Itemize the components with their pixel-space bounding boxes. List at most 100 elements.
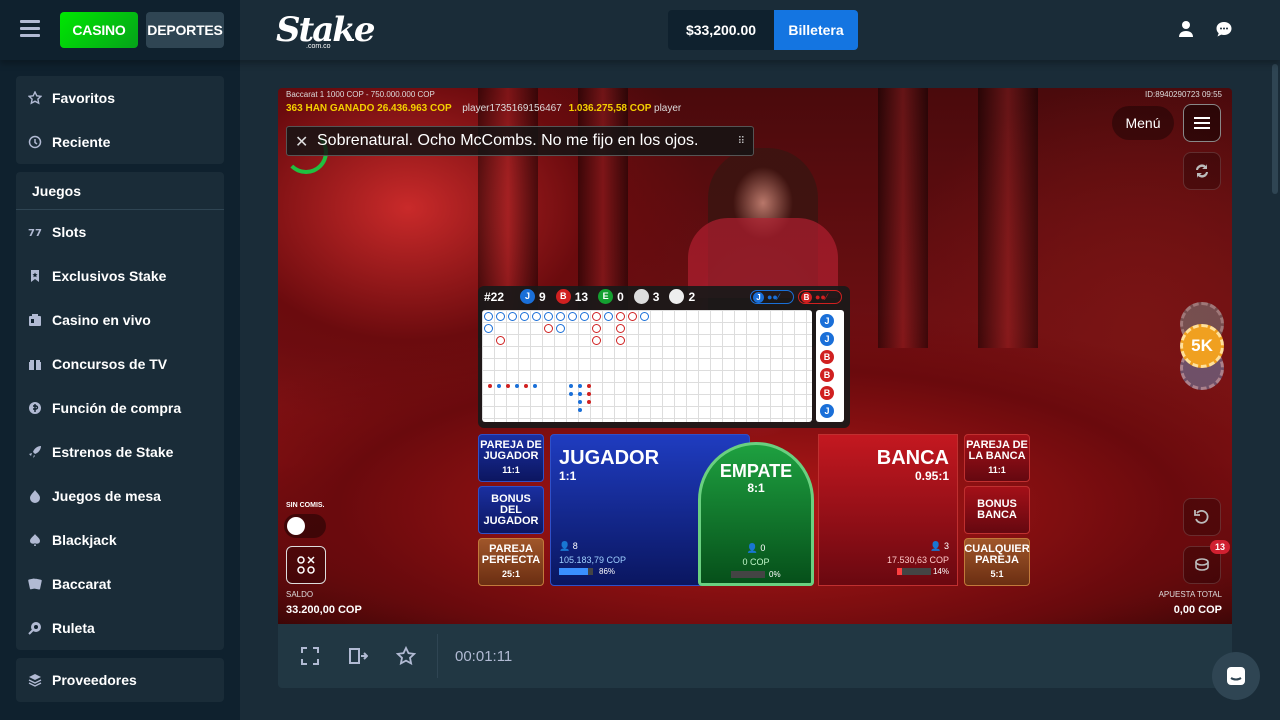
derived-road-mark (587, 392, 591, 396)
sidebar-item-exclusivos[interactable]: Exclusivos Stake (16, 254, 224, 298)
bettors-value: 0 (760, 543, 766, 553)
bead-road-mark (496, 312, 505, 321)
balance-display[interactable]: $33,200.00 (668, 10, 774, 50)
tab-sports[interactable]: DEPORTES (146, 12, 224, 48)
svg-text:77: 77 (28, 228, 42, 239)
bet-tie[interactable]: EMPATE 8:1 👤 0 0 COP 0% (698, 442, 814, 586)
bead-road-mark (484, 312, 493, 321)
bead-road-mark (484, 324, 493, 333)
subtitle-banner[interactable]: ✕ Sobrenatural. Ocho McCombs. No me fijo… (286, 126, 754, 156)
bet-banker[interactable]: BANCA 0.95:1 👤 3 17.530,63 COP 14% (818, 434, 958, 586)
bet-banker-pair[interactable]: PAREJA DE LA BANCA 11:1 (964, 434, 1030, 482)
winners-ticker: 363 HAN GANADO 26.436.963 COP player1735… (286, 103, 681, 114)
table-games-icon (28, 489, 42, 503)
sidebar-item-baccarat[interactable]: Baccarat (16, 562, 224, 606)
user-icon[interactable] (1176, 19, 1198, 41)
sidebar-item-casino-vivo[interactable]: Casino en vivo (16, 298, 224, 342)
bet-player-bonus[interactable]: BONUS DEL JUGADOR (478, 486, 544, 534)
predict-banker-button[interactable]: B ●●⁄ (798, 290, 842, 304)
person-icon: 👤 (930, 541, 942, 551)
bet-player-pair[interactable]: PAREJA DE JUGADOR 11:1 (478, 434, 544, 482)
bet-amount: 0 COP (742, 557, 770, 567)
bead-road-grid (482, 310, 812, 422)
subtitle-text: Sobrenatural. Ocho McCombs. No me fijo e… (317, 132, 699, 149)
buy-feature-icon (28, 401, 42, 415)
fullscreen-icon[interactable] (300, 646, 320, 666)
close-icon[interactable]: ✕ (295, 132, 308, 152)
sidebar-item-reciente[interactable]: Reciente (16, 120, 224, 164)
bet-percent: 14% (932, 567, 949, 576)
statistics-icon[interactable] (286, 546, 326, 584)
sidebar-item-blackjack[interactable]: Blackjack (16, 518, 224, 562)
bet-title: PAREJA DE JUGADOR (480, 439, 542, 462)
bead-road-mark (592, 336, 601, 345)
live-baccarat-game[interactable]: Baccarat 1 1000 COP - 750.000.000 COP 36… (278, 88, 1232, 624)
bead-road-mark (532, 312, 541, 321)
bet-progress-bar (559, 568, 593, 575)
sidebar-item-juegos-mesa[interactable]: Juegos de mesa (16, 474, 224, 518)
stake-logo[interactable]: Stake .com.co (276, 10, 375, 50)
sidebar-item-favoritos[interactable]: Favoritos (16, 76, 224, 120)
menu-label[interactable]: Menú (1112, 106, 1174, 140)
favorite-star-icon[interactable] (395, 645, 417, 666)
baccarat-icon (28, 577, 42, 591)
predict-dots-icon: ●●⁄ (767, 292, 780, 302)
bead-road-mark (580, 312, 589, 321)
scrollbar-thumb[interactable] (1272, 64, 1278, 194)
player-pair-count: 3 (652, 289, 660, 304)
selected-chip-5k[interactable]: 5K (1180, 324, 1224, 368)
footer-divider (437, 634, 438, 678)
bet-title: CUALQUIER PAREJA (964, 543, 1030, 566)
wallet-button[interactable]: Billetera (774, 10, 858, 50)
bet-amount: 17.530,63 COP (886, 555, 949, 565)
hamburger-menu-icon[interactable] (20, 20, 40, 38)
bet-percent: 86% (599, 567, 616, 576)
bead-road-mark (616, 324, 625, 333)
total-bet-label: APUESTA TOTAL (1158, 590, 1222, 599)
sidebar-item-label: Juegos de mesa (52, 488, 161, 504)
sidebar-item-ruleta[interactable]: Ruleta (16, 606, 224, 650)
theatre-mode-icon[interactable] (348, 646, 369, 666)
tv-game-icon (28, 357, 42, 371)
top-bar: CASINO DEPORTES Stake .com.co $33,200.00 … (0, 0, 1280, 60)
bet-odds: 11:1 (988, 465, 1006, 475)
sidebar-item-estrenos[interactable]: Estrenos de Stake (16, 430, 224, 474)
bet-either-pair[interactable]: CUALQUIER PAREJA 5:1 (964, 538, 1030, 586)
rocket-icon (28, 445, 42, 459)
bead-road-mark (640, 312, 649, 321)
bookmark-icon (28, 269, 42, 283)
bettors-value: 8 (572, 541, 578, 551)
predict-dots-icon: ●●⁄ (815, 292, 828, 302)
round-number: #22 (484, 289, 505, 304)
drag-handle-icon[interactable]: ⠿ (738, 136, 745, 147)
bet-perfect-pair[interactable]: PAREJA PERFECTA 25:1 (478, 538, 544, 586)
sidebar-item-funcion-compra[interactable]: Función de compra (16, 386, 224, 430)
roadmap-panel[interactable]: #22 J 9 B 13 E 0 3 2 J ●●⁄ B ●●⁄ JJBBBJ (478, 286, 850, 428)
no-commission-toggle[interactable] (284, 514, 326, 538)
bead-road-mark (544, 324, 553, 333)
roadmap-header: #22 J 9 B 13 E 0 3 2 (484, 289, 695, 304)
page-scrollbar[interactable] (1270, 60, 1280, 720)
bet-banker-bonus[interactable]: BONUS BANCA (964, 486, 1030, 534)
background-curtain (978, 88, 1038, 348)
bettors-count: 👤 3 (930, 541, 949, 552)
bead-road-mark (520, 312, 529, 321)
tie-count: 0 (617, 289, 624, 304)
derived-road-mark (533, 384, 537, 388)
bet-progress-fill (559, 568, 589, 575)
result-column: JJBBBJ (816, 310, 844, 422)
refresh-icon[interactable] (1183, 152, 1221, 190)
sidebar-item-proveedores[interactable]: Proveedores (16, 658, 224, 702)
sidebar-item-concursos-tv[interactable]: Concursos de TV (16, 342, 224, 386)
games-section-header[interactable]: Juegos (16, 172, 224, 210)
menu-icon[interactable] (1183, 104, 1221, 142)
sidebar-item-slots[interactable]: 77 Slots (16, 210, 224, 254)
person-icon: 👤 (559, 541, 571, 551)
bead-road-mark (616, 312, 625, 321)
bead-road-mark (604, 312, 613, 321)
undo-icon[interactable] (1183, 498, 1221, 536)
chat-icon[interactable] (1214, 19, 1236, 41)
support-chat-button[interactable] (1212, 652, 1260, 700)
tab-casino[interactable]: CASINO (60, 12, 138, 48)
predict-player-button[interactable]: J ●●⁄ (750, 290, 794, 304)
